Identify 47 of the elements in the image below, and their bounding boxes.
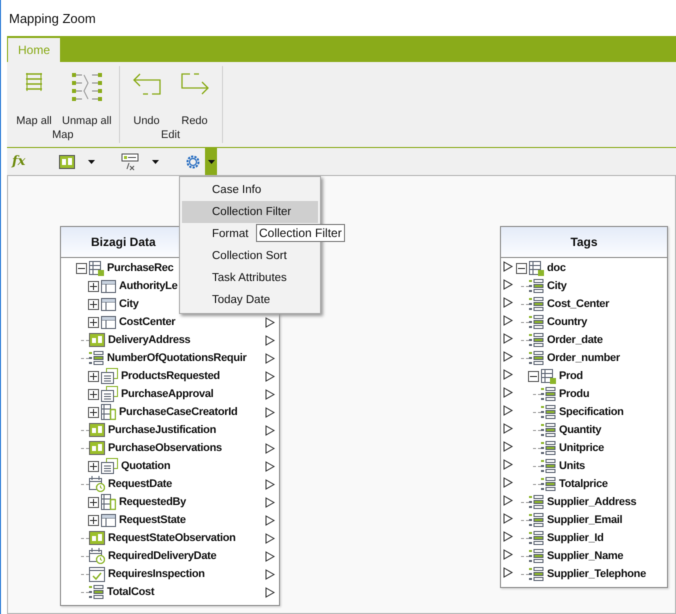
tooltip: Collection Filter [256, 224, 345, 242]
field-label[interactable]: Supplier_Name [547, 550, 667, 562]
field-label[interactable]: Cost_Center [547, 298, 667, 310]
field-label[interactable]: Totalprice [559, 478, 667, 490]
field-label[interactable]: Supplier_Email [547, 514, 667, 526]
window-title: Mapping Zoom [8, 10, 97, 28]
field-label[interactable]: DeliveryAddress [108, 334, 265, 346]
field-label[interactable]: RequestedBy [119, 496, 265, 508]
field-label[interactable]: Supplier_Address [547, 496, 667, 508]
field-label[interactable]: ProductsRequested [121, 370, 265, 382]
ribbon-button[interactable]: Map all [11, 66, 57, 129]
field-label[interactable]: Units [559, 460, 667, 472]
ribbon-button[interactable]: Unmap all [59, 66, 115, 129]
field-label[interactable]: RequestState [119, 514, 265, 526]
field-label[interactable]: RequestDate [108, 478, 265, 490]
field-label[interactable]: Produ [559, 388, 667, 400]
field-label[interactable]: Supplier_Id [547, 532, 667, 544]
menu-item[interactable]: Case Info [182, 179, 318, 201]
field-label[interactable]: Country [547, 316, 667, 328]
field-label[interactable]: Prod [559, 370, 667, 382]
field-label[interactable]: RequiresInspection [108, 568, 265, 580]
field-label[interactable]: PurchaseCaseCreatorId [119, 406, 265, 418]
field-label[interactable]: Quantity [559, 424, 667, 436]
field-label[interactable]: Supplier_Telephone [547, 568, 667, 580]
field-label[interactable]: PurchaseObservations [108, 442, 265, 454]
field-label[interactable]: Specification [559, 406, 667, 418]
ribbon-button[interactable]: Undo [124, 66, 170, 129]
group-label: Edit [161, 129, 180, 143]
field-label[interactable]: Quotation [121, 460, 265, 472]
menu-item[interactable]: Task Attributes [182, 267, 318, 289]
field-label[interactable]: PurchaseApproval [121, 388, 265, 400]
field-label[interactable]: NumberOfQuotationsRequir [107, 352, 265, 364]
menu-item[interactable]: Today Date [182, 289, 318, 311]
field-label[interactable]: CostCenter [119, 316, 265, 328]
field-label[interactable]: RequiredDeliveryDate [108, 550, 265, 562]
menu-item[interactable]: Collection Filter [182, 201, 318, 223]
field-label[interactable]: Order_date [547, 334, 667, 346]
field-label[interactable]: RequestStateObservation [108, 532, 265, 544]
field-label[interactable]: TotalCost [107, 586, 265, 598]
panel-title: Tags [501, 227, 667, 258]
ribbon-button[interactable]: Redo [172, 66, 218, 129]
field-label[interactable]: PurchaseJustification [108, 424, 265, 436]
field-label[interactable]: City [547, 280, 667, 292]
field-label[interactable]: doc [547, 262, 667, 274]
group-label: Map [52, 129, 74, 143]
field-label[interactable]: Order_number [547, 352, 667, 364]
field-label[interactable]: Unitprice [559, 442, 667, 454]
